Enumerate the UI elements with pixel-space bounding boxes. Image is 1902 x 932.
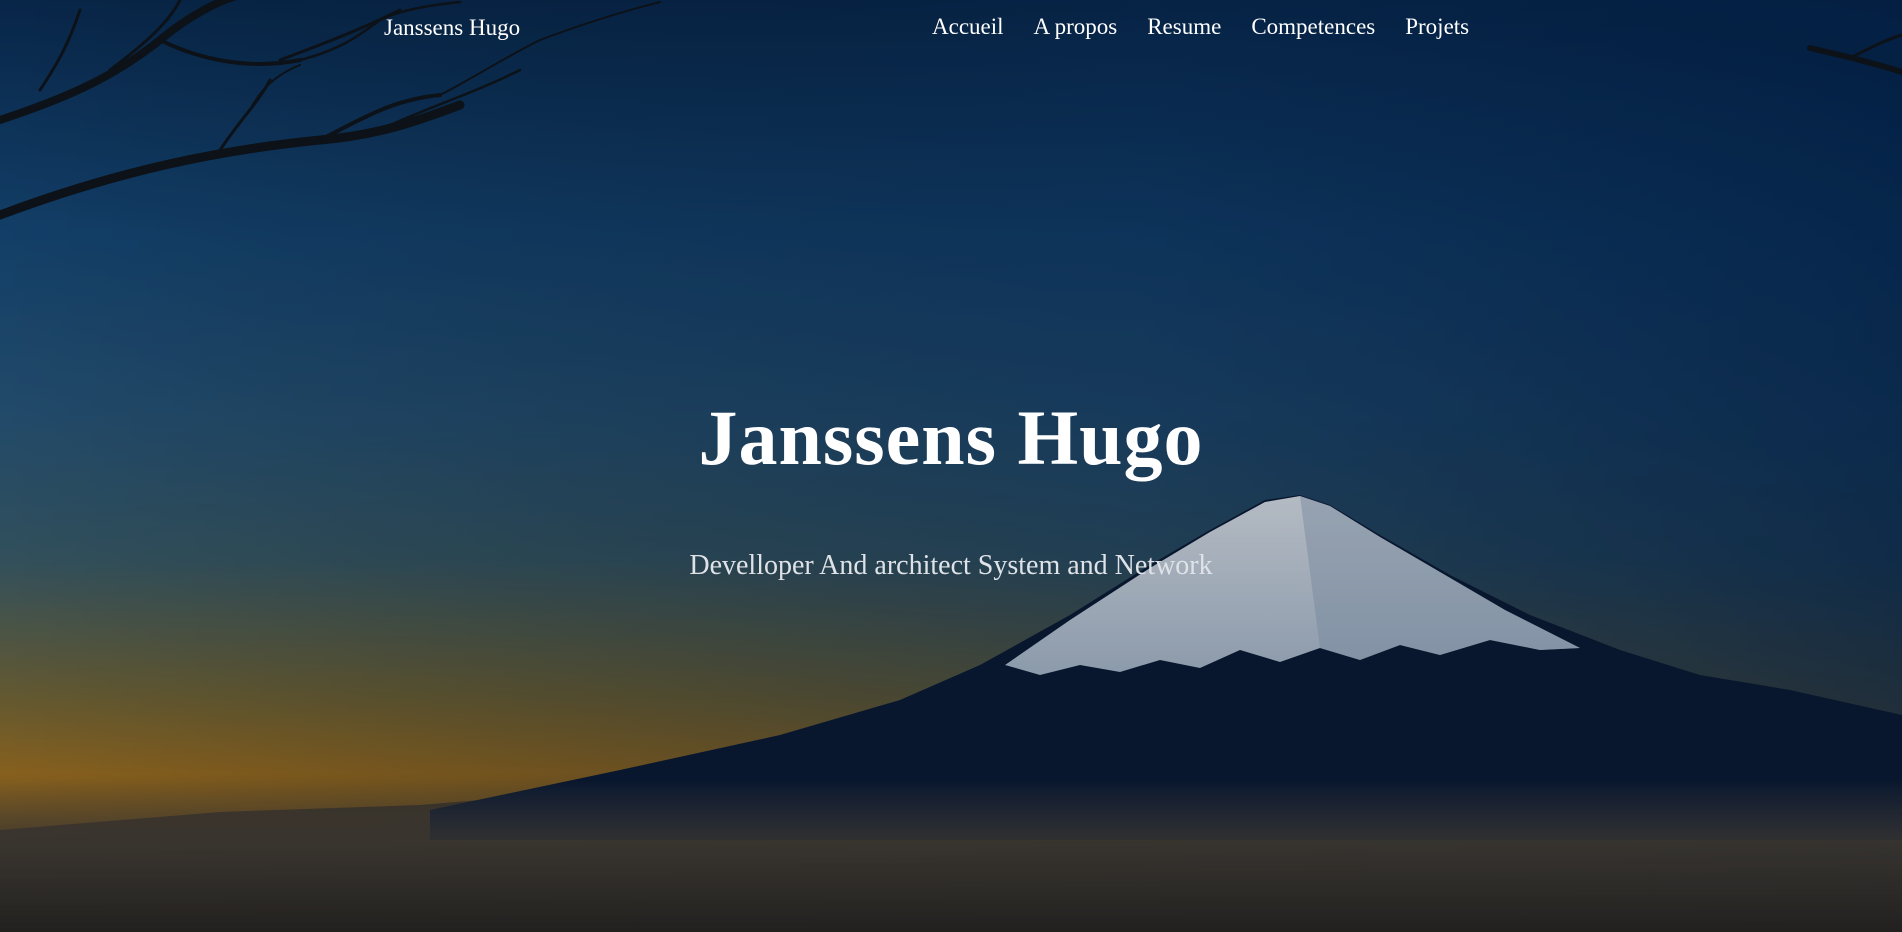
hero-subtitle: Develloper And architect System and Netw… <box>689 550 1213 581</box>
nav-link-resume[interactable]: Resume <box>1147 14 1221 40</box>
hero-title: Janssens Hugo <box>698 394 1204 481</box>
hero-section: Janssens Hugo Accueil A propos Resume Co… <box>0 0 1902 932</box>
brand-link[interactable]: Janssens Hugo <box>384 15 520 41</box>
nav-link-projets[interactable]: Projets <box>1405 14 1469 40</box>
nav-link-a-propos[interactable]: A propos <box>1034 14 1118 40</box>
top-navbar: Janssens Hugo Accueil A propos Resume Co… <box>0 0 1902 58</box>
nav-link-competences[interactable]: Competences <box>1251 14 1375 40</box>
nav-link-accueil[interactable]: Accueil <box>932 14 1004 40</box>
nav-links: Accueil A propos Resume Competences Proj… <box>932 14 1469 40</box>
